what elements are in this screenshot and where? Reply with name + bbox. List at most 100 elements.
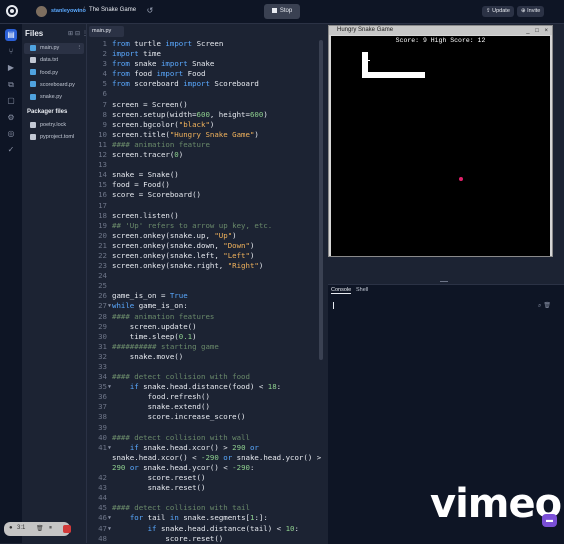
stop-button[interactable]: Stop <box>264 4 300 19</box>
fold-arrow-icon[interactable]: ▼ <box>108 524 111 534</box>
code-line[interactable]: 1 from turtle import Screen <box>87 39 323 49</box>
code-line[interactable]: 25 <box>87 281 323 291</box>
project-name[interactable]: The Snake Game <box>89 7 136 13</box>
code-area[interactable]: 1 from turtle import Screen 2 import time 3 f… <box>87 39 323 544</box>
code-line[interactable]: 35 ▼ if snake.head.distance(food) < 18: <box>87 382 323 392</box>
code-line[interactable]: 29 screen.update() <box>87 322 323 332</box>
code-line[interactable]: 30 time.sleep(0.1) <box>87 332 323 342</box>
file-item[interactable]: food.py <box>24 68 84 79</box>
packager-file-item[interactable]: pyproject.toml <box>24 132 84 143</box>
code-line[interactable]: 40 #### detect collision with wall <box>87 433 323 443</box>
code-line[interactable]: 11 #### animation feature <box>87 140 323 150</box>
code-line[interactable]: 19 ## 'Up' refers to arrow up key, etc. <box>87 221 323 231</box>
code-line[interactable]: 38 score.increase_score() <box>87 412 323 422</box>
recording-bar[interactable]: ● 3:1 🗑 ⏸ <box>4 522 71 536</box>
line-number: 22 <box>98 250 107 260</box>
code-line[interactable]: 23 screen.onkey(snake.right, "Right") <box>87 261 323 271</box>
pause-icon[interactable]: ⏸ <box>49 525 52 532</box>
trash-icon[interactable]: 🗑 <box>36 525 44 532</box>
file-item[interactable]: main.py ⋮ <box>24 43 84 54</box>
file-item[interactable]: data.txt <box>24 55 84 66</box>
code-line[interactable]: 45 #### detect collision with tail <box>87 503 323 513</box>
code-line[interactable]: 21 screen.onkey(snake.down, "Down") <box>87 241 323 251</box>
code-line[interactable]: 27 ▼ while game_is_on: <box>87 301 323 311</box>
code-line[interactable]: 32 snake.move() <box>87 352 323 362</box>
fold-arrow-icon[interactable]: ▼ <box>108 301 111 311</box>
chat-icon[interactable]: ▬ <box>542 514 557 527</box>
update-button[interactable]: ⇪ Update <box>482 6 514 17</box>
fold-arrow-icon[interactable]: ▼ <box>108 443 111 453</box>
code-line[interactable]: 16 score = Scoreboard() <box>87 190 323 200</box>
code-line[interactable]: 34 #### detect collision with food <box>87 372 323 382</box>
tab-console[interactable]: Console <box>331 287 352 294</box>
tab-shell[interactable]: Shell <box>356 287 368 293</box>
file-name: pyproject.toml <box>40 134 75 141</box>
code-line[interactable]: 3 from snake import Snake <box>87 59 323 69</box>
editor-scrollbar[interactable] <box>319 40 323 360</box>
code-line[interactable]: 42 score.reset() <box>87 473 323 483</box>
code-line[interactable]: 41 ▼ if snake.head.xcor() > 290 or <box>87 443 323 453</box>
code-line[interactable]: 12 screen.tracer(0) <box>87 150 323 160</box>
code-line[interactable]: 14 snake = Snake() <box>87 170 323 180</box>
line-number: 4 <box>102 69 107 79</box>
git-icon[interactable]: ⑂ <box>5 46 17 58</box>
settings-icon[interactable]: ⚙ <box>5 112 17 124</box>
code-line[interactable]: 36 food.refresh() <box>87 392 323 402</box>
code-line[interactable]: 18 screen.listen() <box>87 211 323 221</box>
code-line[interactable]: 33 <box>87 362 323 372</box>
code-line[interactable]: 47 ▼ if snake.head.distance(tail) < 10: <box>87 524 323 534</box>
packager-file-item[interactable]: poetry.lock <box>24 120 84 131</box>
code-line[interactable]: 31 ########## starting game <box>87 342 323 352</box>
code-line[interactable]: 2 import time <box>87 49 323 59</box>
code-line[interactable]: 8 screen.setup(width=600, height=600) <box>87 110 323 120</box>
code-line[interactable]: 37 snake.extend() <box>87 402 323 412</box>
code-line[interactable]: 290 or snake.head.ycor() < -290: <box>87 463 323 473</box>
packages-icon[interactable]: ⧉ <box>5 79 17 91</box>
code-line[interactable]: 39 <box>87 423 323 433</box>
avatar[interactable] <box>36 6 47 17</box>
tab-main-py[interactable]: main.py <box>89 26 124 37</box>
code-line[interactable]: 46 ▼ for tail in snake.segments[1:]: <box>87 513 323 523</box>
game-window-titlebar[interactable]: Hungry Snake Game _ □ × <box>329 26 552 35</box>
history-icon[interactable]: ↺ <box>145 6 155 16</box>
replit-logo-icon[interactable] <box>6 5 18 17</box>
code-line[interactable]: 43 snake.reset() <box>87 483 323 493</box>
panel-resize-handle[interactable] <box>440 281 448 282</box>
code-line[interactable]: 28 #### animation features <box>87 312 323 322</box>
file-menu-icon[interactable]: ⋮ <box>77 43 83 54</box>
game-canvas[interactable]: Score: 9 High Score: 12 <box>331 36 550 256</box>
code-line[interactable]: 4 from food import Food <box>87 69 323 79</box>
code-line[interactable]: 10 screen.title("Hungry Snake Game") <box>87 130 323 140</box>
check-icon[interactable]: ✓ <box>5 144 17 156</box>
console-tools[interactable]: ⌕🗑 <box>538 302 553 310</box>
files-icon[interactable]: ▤ <box>5 29 17 41</box>
database-icon[interactable]: ◎ <box>5 128 17 140</box>
code-line[interactable]: 13 <box>87 160 323 170</box>
code-editor[interactable]: main.py 1 from turtle import Screen 2 impor… <box>87 24 327 543</box>
code-line[interactable]: 22 screen.onkey(snake.left, "Left") <box>87 251 323 261</box>
window-controls[interactable]: _ □ × <box>526 27 550 36</box>
code-line[interactable]: 26 game_is_on = True <box>87 291 323 301</box>
username-link[interactable]: stanleyowino <box>51 8 86 14</box>
code-line[interactable]: 17 <box>87 201 323 211</box>
file-item[interactable]: snake.py <box>24 92 84 103</box>
code-line[interactable]: 5 from scoreboard import Scoreboard <box>87 79 323 89</box>
code-line[interactable]: 15 food = Food() <box>87 180 323 190</box>
code-line[interactable]: 48 score.reset() <box>87 534 323 544</box>
code-line[interactable]: 9 screen.bgcolor("black") <box>87 120 323 130</box>
lock-icon[interactable]: ▢ <box>5 95 17 107</box>
code-line[interactable]: 20 screen.onkey(snake.up, "Up") <box>87 231 323 241</box>
run-icon[interactable]: ▶ <box>5 62 17 74</box>
file-item[interactable]: scoreboard.py <box>24 80 84 91</box>
game-window[interactable]: Hungry Snake Game _ □ × Score: 9 High Sc… <box>328 25 553 257</box>
code-line[interactable]: 24 <box>87 271 323 281</box>
code-line[interactable]: 6 <box>87 89 323 99</box>
code-line[interactable]: 7 screen = Screen() <box>87 100 323 110</box>
fold-arrow-icon[interactable]: ▼ <box>108 513 111 523</box>
code-line[interactable]: snake.head.xcor() < -290 or snake.head.y… <box>87 453 323 463</box>
code-line[interactable]: 44 <box>87 493 323 503</box>
invite-button[interactable]: ⊕ Invite <box>517 6 545 17</box>
code-text: food.refresh() <box>112 392 210 402</box>
stop-record-icon[interactable] <box>63 525 71 533</box>
fold-arrow-icon[interactable]: ▼ <box>108 382 111 392</box>
